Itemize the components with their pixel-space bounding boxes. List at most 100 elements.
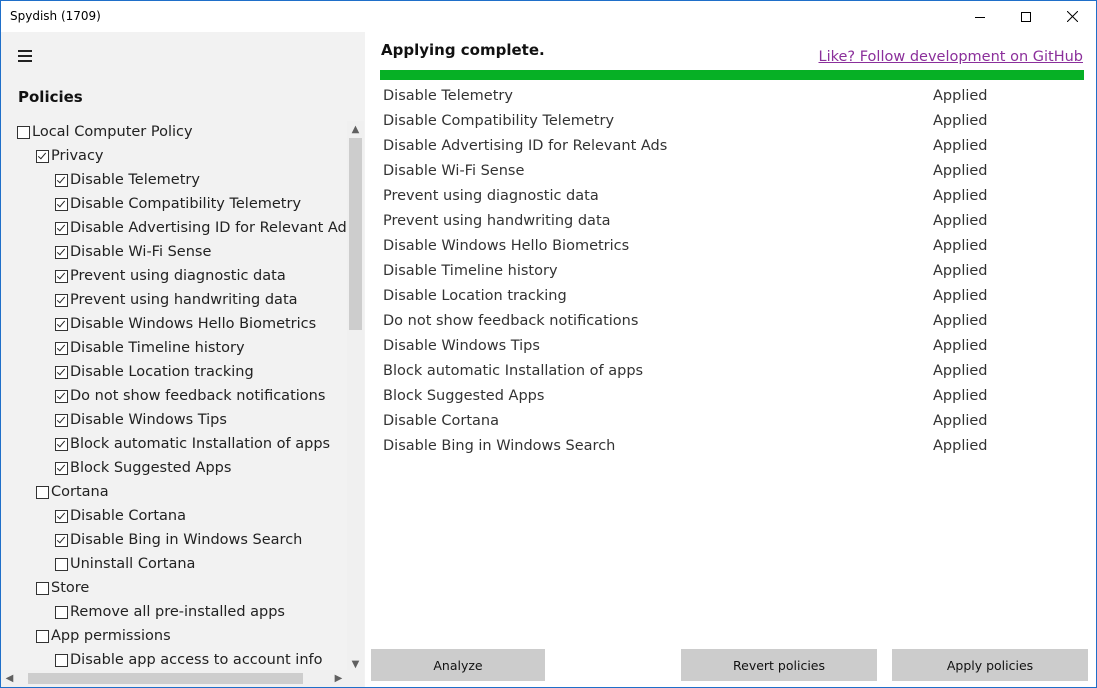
result-status: Applied — [933, 237, 988, 254]
checkbox-unchecked[interactable] — [36, 581, 49, 595]
tree-item-label: Block Suggested Apps — [70, 460, 232, 476]
tree-item[interactable]: Disable Compatibility Telemetry — [55, 192, 301, 216]
result-row: Block Suggested Apps Applied — [383, 383, 1083, 408]
tree-item-label: Disable Timeline history — [70, 340, 245, 356]
revert-policies-button[interactable]: Revert policies — [681, 649, 877, 681]
checkbox-checked[interactable] — [55, 269, 68, 283]
tree-item[interactable]: Uninstall Cortana — [55, 552, 195, 576]
title-bar[interactable]: Spydish (1709) — [1, 1, 1096, 32]
hamburger-menu-icon[interactable] — [18, 50, 32, 62]
tree-item[interactable]: Store — [36, 576, 89, 600]
maximize-button[interactable] — [1003, 1, 1049, 32]
checkbox-checked[interactable] — [55, 461, 68, 475]
result-name: Disable Cortana — [383, 412, 499, 429]
tree-item-label: Cortana — [51, 484, 109, 500]
tree-item-label: Disable Windows Tips — [70, 412, 227, 428]
checkbox-checked[interactable] — [55, 293, 68, 307]
checkbox-checked[interactable] — [55, 341, 68, 355]
result-status: Applied — [933, 112, 988, 129]
checkbox-checked[interactable] — [36, 149, 49, 163]
tree-item[interactable]: Disable Bing in Windows Search — [55, 528, 302, 552]
tree-item-label: Disable Compatibility Telemetry — [70, 196, 302, 212]
checkbox-checked[interactable] — [55, 317, 68, 331]
vertical-scrollbar[interactable]: ▲ ▼ — [347, 121, 364, 673]
result-name: Disable Advertising ID for Relevant Ads — [383, 137, 668, 154]
tree-item-label: App permissions — [51, 628, 171, 644]
result-status: Applied — [933, 312, 988, 329]
result-name: Do not show feedback notifications — [383, 312, 639, 329]
checkbox-unchecked[interactable] — [55, 557, 68, 571]
checkbox-checked[interactable] — [55, 509, 68, 523]
tree-item[interactable]: Local Computer Policy — [17, 121, 193, 144]
tree-item[interactable]: Do not show feedback notifications — [55, 384, 325, 408]
close-button[interactable] — [1049, 1, 1095, 32]
minimize-button[interactable] — [957, 1, 1003, 32]
tree-item-label: Disable Wi-Fi Sense — [70, 244, 212, 260]
results-list: Disable Telemetry Applied Disable Compatib… — [383, 83, 1083, 458]
scroll-up-icon[interactable]: ▲ — [347, 121, 364, 138]
tree-item[interactable]: Block automatic Installation of apps — [55, 432, 330, 456]
apply-policies-button[interactable]: Apply policies — [892, 649, 1088, 681]
tree-item-label: Disable Advertising ID for Relevant Ads — [70, 220, 347, 236]
vertical-scroll-thumb[interactable] — [349, 138, 362, 330]
checkbox-checked[interactable] — [55, 365, 68, 379]
checkbox-checked[interactable] — [55, 197, 68, 211]
tree-item[interactable]: Prevent using handwriting data — [55, 288, 298, 312]
checkbox-checked[interactable] — [55, 221, 68, 235]
tree-item-label: Privacy — [51, 148, 104, 164]
result-name: Disable Telemetry — [383, 87, 513, 104]
tree-item-label: Uninstall Cortana — [70, 556, 196, 572]
checkbox-checked[interactable] — [55, 245, 68, 259]
tree-item[interactable]: Disable Advertising ID for Relevant Ads — [55, 216, 347, 240]
policies-pane: Policies Local Computer Policy Privacy Dis… — [1, 32, 365, 687]
tree-item[interactable]: App permissions — [36, 624, 171, 648]
tree-item[interactable]: Disable Windows Hello Biometrics — [55, 312, 316, 336]
result-status: Applied — [933, 437, 988, 454]
minimize-icon — [975, 16, 985, 18]
tree-item[interactable]: Disable Location tracking — [55, 360, 254, 384]
result-name: Disable Bing in Windows Search — [383, 437, 616, 454]
tree-item[interactable]: Disable Telemetry — [55, 168, 200, 192]
result-status: Applied — [933, 337, 988, 354]
result-name: Prevent using handwriting data — [383, 212, 611, 229]
checkbox-checked[interactable] — [55, 413, 68, 427]
tree-item-label: Disable Cortana — [70, 508, 186, 524]
checkbox-unchecked[interactable] — [55, 653, 68, 667]
scroll-right-icon[interactable]: ▶ — [330, 670, 347, 687]
result-status: Applied — [933, 362, 988, 379]
tree-item[interactable]: Block Suggested Apps — [55, 456, 231, 480]
checkbox-unchecked[interactable] — [55, 605, 68, 619]
tree-item[interactable]: Disable Cortana — [55, 504, 186, 528]
tree-item[interactable]: Privacy — [36, 144, 104, 168]
checkbox-unchecked[interactable] — [17, 125, 30, 139]
tree-item-label: Disable Telemetry — [70, 172, 200, 188]
horizontal-scroll-thumb[interactable] — [28, 673, 303, 684]
checkbox-checked[interactable] — [55, 437, 68, 451]
horizontal-scrollbar[interactable]: ◀ ▶ — [1, 670, 347, 687]
scroll-left-icon[interactable]: ◀ — [1, 670, 18, 687]
checkbox-checked[interactable] — [55, 173, 68, 187]
tree-item[interactable]: Disable app access to account info — [55, 648, 323, 672]
tree-item[interactable]: Disable Timeline history — [55, 336, 245, 360]
tree-item[interactable]: Disable Wi-Fi Sense — [55, 240, 211, 264]
analyze-button[interactable]: Analyze — [371, 649, 545, 681]
checkbox-checked[interactable] — [55, 533, 68, 547]
tree-item-label: Store — [51, 580, 90, 596]
result-row: Disable Bing in Windows Search Applied — [383, 433, 1083, 458]
github-link[interactable]: Like? Follow development on GitHub — [819, 49, 1083, 65]
result-status: Applied — [933, 187, 988, 204]
checkbox-unchecked[interactable] — [36, 629, 49, 643]
checkbox-unchecked[interactable] — [36, 485, 49, 499]
result-row: Disable Wi-Fi Sense Applied — [383, 158, 1083, 183]
tree-item[interactable]: Remove all pre-installed apps — [55, 600, 285, 624]
result-status: Applied — [933, 387, 988, 404]
tree-item[interactable]: Prevent using diagnostic data — [55, 264, 286, 288]
close-icon — [1066, 11, 1078, 22]
result-row: Disable Telemetry Applied — [383, 83, 1083, 108]
tree-item[interactable]: Cortana — [36, 480, 109, 504]
results-pane: Applying complete. Like? Follow developm… — [365, 32, 1096, 687]
result-status: Applied — [933, 137, 988, 154]
checkbox-checked[interactable] — [55, 389, 68, 403]
tree-item[interactable]: Disable Windows Tips — [55, 408, 227, 432]
result-status: Applied — [933, 262, 988, 279]
